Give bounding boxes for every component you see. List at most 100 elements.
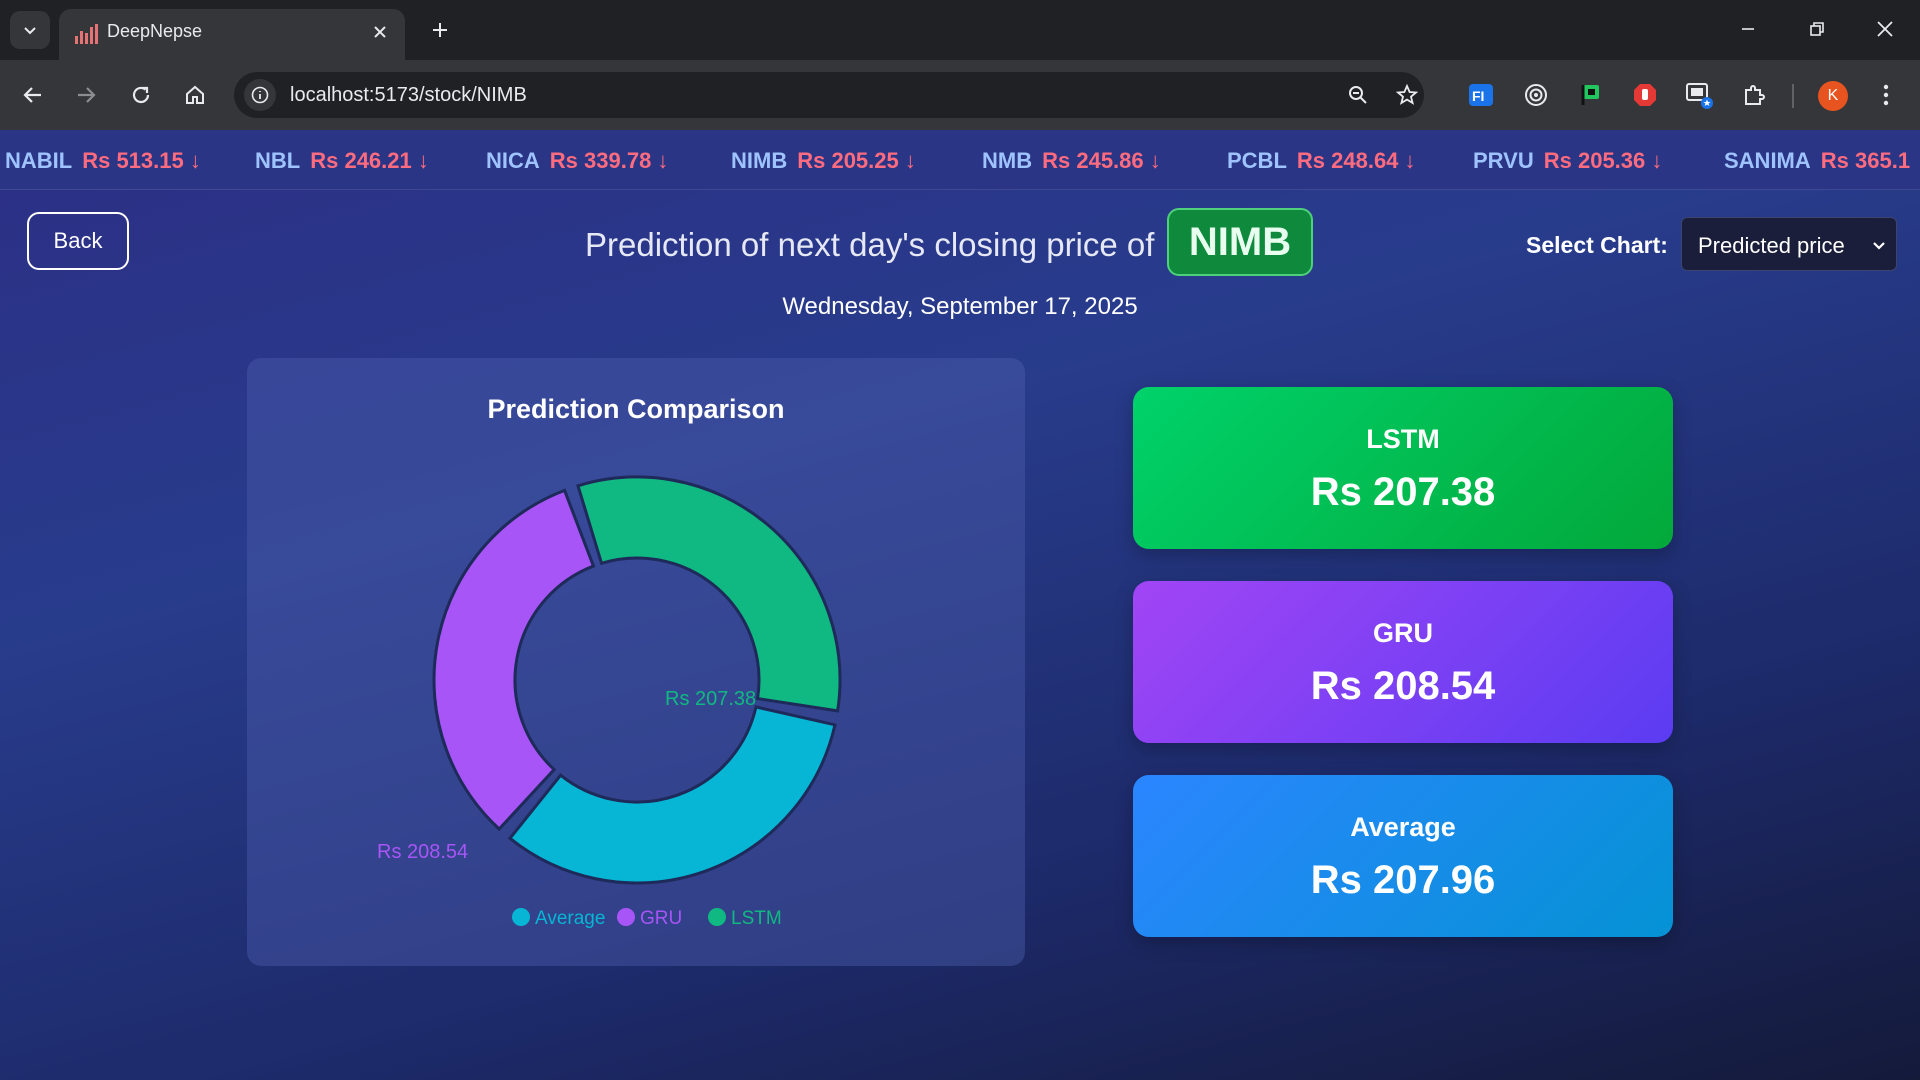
- back-nav-button[interactable]: [13, 75, 53, 115]
- info-icon: [251, 86, 269, 104]
- card-model-name: Average: [1350, 812, 1456, 842]
- doughnut-chart: Rs 207.96Rs 208.54Rs 207.38AverageGRULST…: [377, 475, 842, 929]
- card-predicted-value: Rs 208.54: [1310, 664, 1496, 708]
- ticker-price: Rs 245.86 ↓: [1042, 148, 1161, 173]
- forward-nav-button[interactable]: [66, 75, 106, 115]
- ticker-symbol: SANIMA: [1724, 148, 1811, 173]
- ticker-price: Rs 205.36 ↓: [1543, 148, 1663, 173]
- ticker-symbol: NMB: [982, 148, 1033, 173]
- stock-ticker: NABIL Rs 513.15 ↓ NBL Rs 246.21 ↓ NICA Rs 3…: [0, 130, 1920, 190]
- puzzle-icon: [1745, 85, 1765, 105]
- prediction-date: Wednesday, September 17, 2025: [782, 293, 1138, 320]
- ticker-item[interactable]: NABIL Rs 513.15 ↓: [5, 148, 201, 174]
- window-extension-icon: [1686, 83, 1713, 109]
- plus-icon: [433, 23, 447, 37]
- ticker-item[interactable]: SANIMA Rs 365.1: [1724, 148, 1910, 174]
- select-value: Predicted price: [1698, 233, 1845, 258]
- legend-label-average[interactable]: Average: [535, 908, 605, 929]
- extension-window-button[interactable]: [1681, 77, 1717, 113]
- ticker-symbol: NABIL: [5, 148, 73, 173]
- ticker-item[interactable]: NMB Rs 245.86 ↓: [982, 148, 1161, 174]
- prediction-comparison-card: Prediction Comparison Rs 207.96Rs 208.54…: [247, 358, 1025, 966]
- address-bar[interactable]: localhost:5173/stock/NIMB: [234, 72, 1424, 118]
- average-prediction-card: Average Rs 207.96: [1133, 775, 1673, 937]
- ticker-item[interactable]: NICA Rs 339.78 ↓: [486, 148, 668, 174]
- restore-button[interactable]: [1792, 8, 1842, 50]
- new-tab-button[interactable]: [423, 13, 457, 47]
- page-headline: Prediction of next day's closing price o…: [585, 226, 1155, 263]
- url-text[interactable]: localhost:5173/stock/NIMB: [290, 84, 527, 107]
- card-predicted-value: Rs 207.96: [1310, 858, 1496, 902]
- star-icon: [1396, 84, 1418, 105]
- extension-target-button[interactable]: [1518, 77, 1554, 113]
- doughnut-slice-lstm[interactable]: [576, 475, 842, 713]
- zoom-button[interactable]: [1344, 81, 1372, 109]
- close-window-button[interactable]: [1860, 8, 1910, 50]
- chart-type-select[interactable]: Predicted price: [1681, 217, 1897, 271]
- ticker-item[interactable]: NIMB Rs 205.25 ↓: [731, 148, 916, 174]
- minimize-button[interactable]: [1723, 8, 1773, 50]
- ticker-symbol: NBL: [255, 148, 301, 173]
- page-content: NABIL Rs 513.15 ↓ NBL Rs 246.21 ↓ NICA Rs 3…: [0, 130, 1920, 1080]
- ticker-price: Rs 246.21 ↓: [310, 148, 429, 173]
- ticker-price: Rs 248.64 ↓: [1296, 148, 1416, 173]
- chevron-down-icon: [24, 27, 36, 35]
- legend-swatch-gru[interactable]: [617, 908, 635, 926]
- ticker-price: Rs 339.78 ↓: [549, 148, 669, 173]
- toolbar-divider: [1792, 84, 1794, 108]
- arrow-right-icon: [78, 87, 96, 103]
- card-model-name: GRU: [1373, 618, 1433, 648]
- close-icon: [374, 26, 386, 38]
- fi-extension-icon: FI: [1469, 84, 1493, 106]
- ticker-symbol: NICA: [486, 148, 540, 173]
- legend-swatch-lstm[interactable]: [708, 908, 726, 926]
- browser-tab-strip: DeepNepse: [0, 0, 1920, 60]
- lstm-prediction-card: LSTM Rs 207.38: [1133, 387, 1673, 549]
- arrow-left-icon: [23, 87, 41, 103]
- card-model-name: LSTM: [1366, 424, 1440, 454]
- svg-text:FI: FI: [1472, 88, 1484, 104]
- data-label-gru: Rs 208.54: [377, 841, 468, 863]
- ticker-price: Rs 205.25 ↓: [797, 148, 916, 173]
- ticker-symbol: NIMB: [731, 148, 788, 173]
- close-tab-button[interactable]: [367, 19, 393, 45]
- ticker-price: Rs 365.1: [1820, 148, 1911, 173]
- tab-search-button[interactable]: [10, 11, 50, 49]
- legend-swatch-average[interactable]: [512, 908, 530, 926]
- ticker-symbol: PRVU: [1473, 148, 1534, 173]
- target-icon: [1525, 84, 1547, 106]
- kebab-menu-icon: [1883, 84, 1889, 106]
- reload-icon: [132, 86, 150, 104]
- legend-label-gru[interactable]: GRU: [640, 908, 682, 929]
- doughnut-slice-average[interactable]: [507, 705, 837, 885]
- reload-button[interactable]: [121, 75, 161, 115]
- legend-label-lstm[interactable]: LSTM: [731, 908, 782, 929]
- extension-fi-button[interactable]: FI: [1463, 77, 1499, 113]
- flag-extension-icon: [1581, 85, 1599, 105]
- chevron-down-icon: [1870, 234, 1888, 260]
- ticker-item[interactable]: PRVU Rs 205.36 ↓: [1473, 148, 1662, 174]
- profile-avatar[interactable]: K: [1818, 81, 1848, 111]
- site-info-button[interactable]: [244, 79, 276, 111]
- data-label-lstm: Rs 207.38: [665, 688, 756, 710]
- chart-favicon-icon: [75, 24, 98, 44]
- bookmark-button[interactable]: [1393, 81, 1421, 109]
- gru-prediction-card: GRU Rs 208.54: [1133, 581, 1673, 743]
- restore-icon: [1810, 22, 1824, 36]
- extension-flag-button[interactable]: [1572, 77, 1608, 113]
- browser-menu-button[interactable]: [1868, 77, 1904, 113]
- back-button[interactable]: Back: [27, 212, 129, 270]
- zoom-icon: [1349, 86, 1367, 104]
- doughnut-slice-gru[interactable]: [432, 488, 596, 832]
- ticker-item[interactable]: NBL Rs 246.21 ↓: [255, 148, 429, 174]
- home-button[interactable]: [175, 75, 215, 115]
- ticker-symbol: PCBL: [1227, 148, 1287, 173]
- extensions-button[interactable]: [1736, 77, 1772, 113]
- ticker-item[interactable]: PCBL Rs 248.64 ↓: [1227, 148, 1416, 174]
- browser-tab[interactable]: DeepNepse: [59, 9, 405, 60]
- close-icon: [1877, 21, 1893, 37]
- tab-title: DeepNepse: [107, 21, 203, 41]
- minimize-icon: [1742, 28, 1754, 30]
- browser-toolbar: localhost:5173/stock/NIMB FI K: [0, 60, 1920, 130]
- extension-stop-button[interactable]: [1627, 77, 1663, 113]
